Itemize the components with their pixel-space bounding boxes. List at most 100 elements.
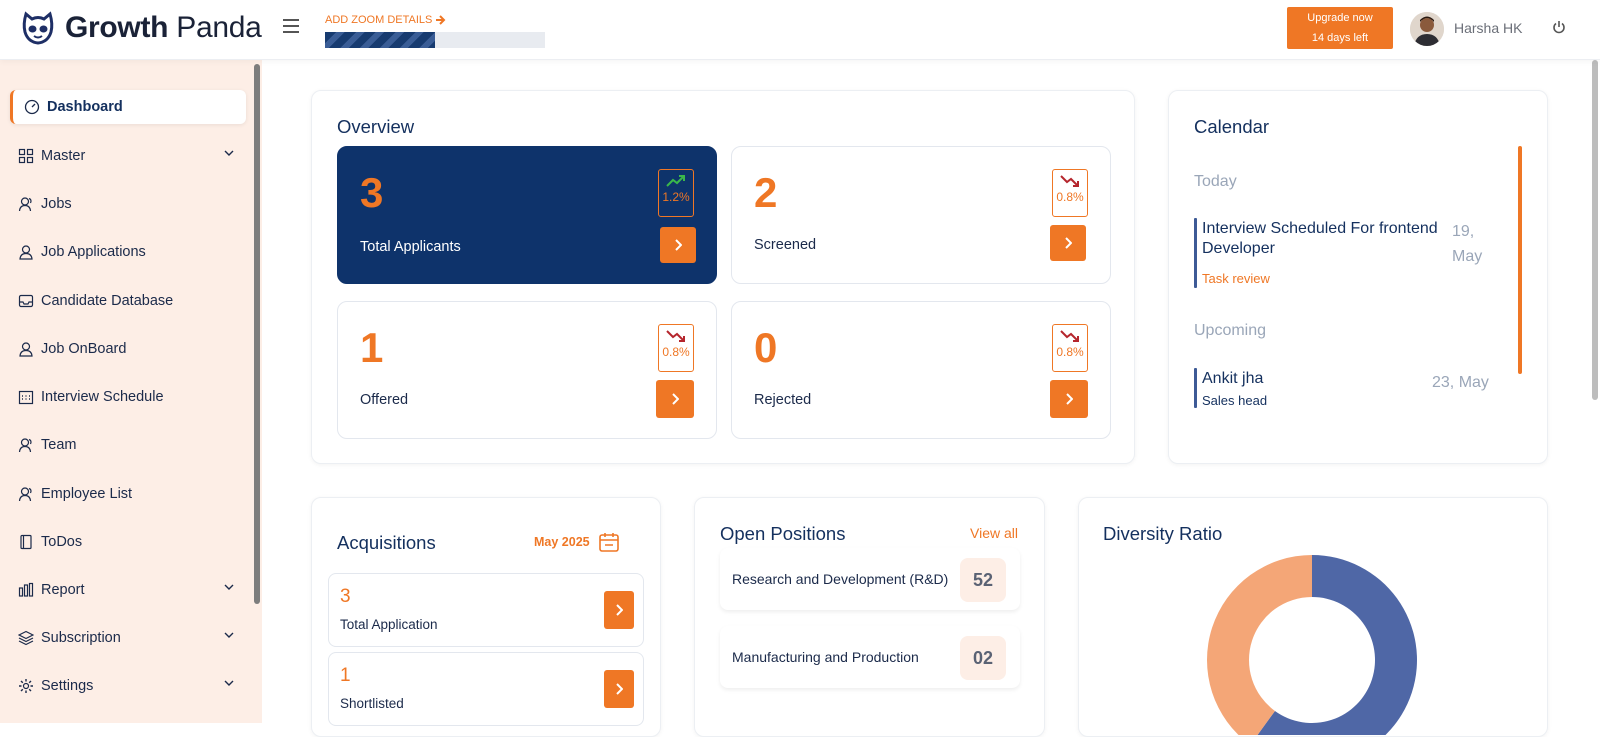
sidebar-item-label: Report bbox=[41, 582, 85, 598]
trend-badge: 1.2% bbox=[658, 169, 694, 217]
logo[interactable]: Growth Panda bbox=[20, 10, 262, 46]
acquisition-value: 1 bbox=[340, 665, 351, 686]
sidebar-item-label: Team bbox=[41, 437, 77, 453]
view-shortlisted-button[interactable] bbox=[604, 670, 634, 708]
sidebar-scrollbar[interactable] bbox=[254, 64, 260, 604]
upcoming-label: Upcoming bbox=[1194, 322, 1267, 339]
calendar-icon bbox=[18, 389, 34, 405]
event-marker bbox=[1194, 218, 1197, 288]
view-total-applicants-button[interactable] bbox=[660, 227, 696, 263]
hamburger-menu-icon[interactable] bbox=[283, 19, 299, 37]
view-rejected-button[interactable] bbox=[1050, 380, 1088, 418]
stat-value: 2 bbox=[754, 169, 778, 216]
chevron-down-icon[interactable] bbox=[224, 584, 234, 591]
stat-card-offered: 1 Offered 0.8% bbox=[337, 301, 717, 439]
gauge-icon bbox=[24, 99, 40, 115]
acquisition-label: Total Application bbox=[340, 617, 438, 632]
users-icon bbox=[18, 486, 34, 502]
trend-down-icon bbox=[666, 330, 685, 342]
avatar[interactable] bbox=[1410, 12, 1444, 46]
sidebar-item-todos[interactable]: ToDos bbox=[10, 525, 246, 559]
panda-logo-icon bbox=[22, 11, 54, 45]
stat-label: Total Applicants bbox=[360, 239, 461, 255]
event-marker bbox=[1194, 368, 1197, 408]
position-count: 52 bbox=[960, 558, 1006, 602]
trend-down-icon bbox=[1060, 330, 1079, 342]
sidebar-item-label: Master bbox=[41, 148, 86, 164]
chevron-right-icon bbox=[675, 239, 682, 251]
view-offered-button[interactable] bbox=[656, 380, 694, 418]
chevron-right-icon bbox=[1066, 393, 1073, 405]
sidebar-item-label: Employee List bbox=[41, 486, 133, 502]
trend-badge: 0.8% bbox=[1052, 169, 1088, 217]
grid-icon bbox=[18, 148, 34, 164]
sidebar-item-label: Settings bbox=[41, 678, 94, 694]
acquisition-item-shortlisted: 1 Shortlisted bbox=[328, 652, 644, 726]
upgrade-now-button[interactable]: Upgrade now 14 days left bbox=[1287, 7, 1393, 49]
arrow-right-icon bbox=[436, 15, 446, 25]
stat-value: 1 bbox=[360, 324, 384, 371]
trend-badge: 0.8% bbox=[658, 324, 694, 372]
sidebar-item-settings[interactable]: Settings bbox=[10, 669, 246, 703]
sidebar-item-label: Dashboard bbox=[47, 99, 123, 115]
add-zoom-details-link[interactable]: ADD ZOOM DETAILS bbox=[325, 14, 446, 26]
power-icon[interactable] bbox=[1552, 20, 1566, 34]
month-picker[interactable]: May 2025 bbox=[534, 531, 620, 553]
sidebar-item-subscription[interactable]: Subscription bbox=[10, 621, 246, 655]
note-icon bbox=[18, 534, 34, 550]
view-total-application-button[interactable] bbox=[604, 591, 634, 629]
users-icon bbox=[18, 196, 34, 212]
user-icon bbox=[18, 341, 34, 357]
acquisition-value: 3 bbox=[340, 586, 351, 607]
position-count: 02 bbox=[960, 636, 1006, 680]
today-label: Today bbox=[1194, 173, 1237, 190]
chevron-down-icon[interactable] bbox=[224, 632, 234, 639]
main-scrollbar[interactable] bbox=[1592, 60, 1598, 400]
gear-icon bbox=[18, 678, 34, 694]
position-name: Research and Development (R&D) bbox=[732, 571, 949, 587]
sidebar-item-label: Candidate Database bbox=[41, 293, 174, 309]
upcoming-event-title[interactable]: Ankit jha bbox=[1202, 369, 1263, 389]
sidebar-item-jobs[interactable]: Jobs bbox=[10, 187, 246, 221]
sidebar-item-job-onboard[interactable]: Job OnBoard bbox=[10, 332, 246, 366]
sidebar-item-master[interactable]: Master bbox=[10, 139, 246, 173]
chevron-down-icon[interactable] bbox=[224, 150, 234, 157]
layers-icon bbox=[18, 630, 34, 646]
view-all-link[interactable]: View all bbox=[970, 525, 1018, 541]
sidebar-item-label: Jobs bbox=[41, 196, 72, 212]
calendar-scrollbar[interactable] bbox=[1518, 146, 1522, 374]
upcoming-event-date: 23, May bbox=[1432, 374, 1489, 391]
sidebar-item-candidate-database[interactable]: Candidate Database bbox=[10, 284, 246, 318]
sidebar-item-job-applications[interactable]: Job Applications bbox=[10, 235, 246, 269]
sidebar-item-label: Job OnBoard bbox=[41, 341, 127, 357]
today-event-title[interactable]: Interview Scheduled For frontend Develop… bbox=[1202, 219, 1452, 259]
zoom-progress-bar bbox=[325, 32, 545, 48]
sidebar-item-report[interactable]: Report bbox=[10, 573, 246, 607]
sidebar-item-interview-schedule[interactable]: Interview Schedule bbox=[10, 380, 246, 414]
sidebar-item-employee-list[interactable]: Employee List bbox=[10, 477, 246, 511]
view-screened-button[interactable] bbox=[1050, 225, 1086, 261]
sidebar-item-dashboard[interactable]: Dashboard bbox=[10, 90, 246, 124]
donut-slice-1[interactable] bbox=[1207, 555, 1312, 735]
today-event-date: 19, May bbox=[1452, 223, 1483, 265]
chevron-right-icon bbox=[616, 683, 623, 695]
diversity-title: Diversity Ratio bbox=[1103, 523, 1223, 544]
stat-card-screened: 2 Screened 0.8% bbox=[731, 146, 1111, 284]
sidebar-item-label: Interview Schedule bbox=[41, 389, 164, 405]
open-positions-title: Open Positions bbox=[720, 523, 846, 544]
user-name[interactable]: Harsha HK bbox=[1454, 20, 1522, 36]
upcoming-event-sub: Sales head bbox=[1202, 393, 1268, 408]
sidebar-item-label: ToDos bbox=[41, 534, 83, 550]
chevron-down-icon[interactable] bbox=[224, 680, 234, 687]
stat-card-rejected: 0 Rejected 0.8% bbox=[731, 301, 1111, 439]
acquisition-item-total-application: 3 Total Application bbox=[328, 573, 644, 647]
chevron-right-icon bbox=[616, 604, 623, 616]
calendar-title: Calendar bbox=[1194, 116, 1270, 137]
calendar-icon bbox=[598, 533, 619, 552]
progress-fill bbox=[325, 32, 435, 48]
position-row[interactable]: Manufacturing and Production 02 bbox=[720, 626, 1020, 688]
position-row[interactable]: Research and Development (R&D) 52 bbox=[720, 548, 1020, 610]
today-event-sub: Task review bbox=[1202, 271, 1270, 286]
chevron-right-icon bbox=[1065, 237, 1072, 249]
sidebar-item-team[interactable]: Team bbox=[10, 428, 246, 462]
